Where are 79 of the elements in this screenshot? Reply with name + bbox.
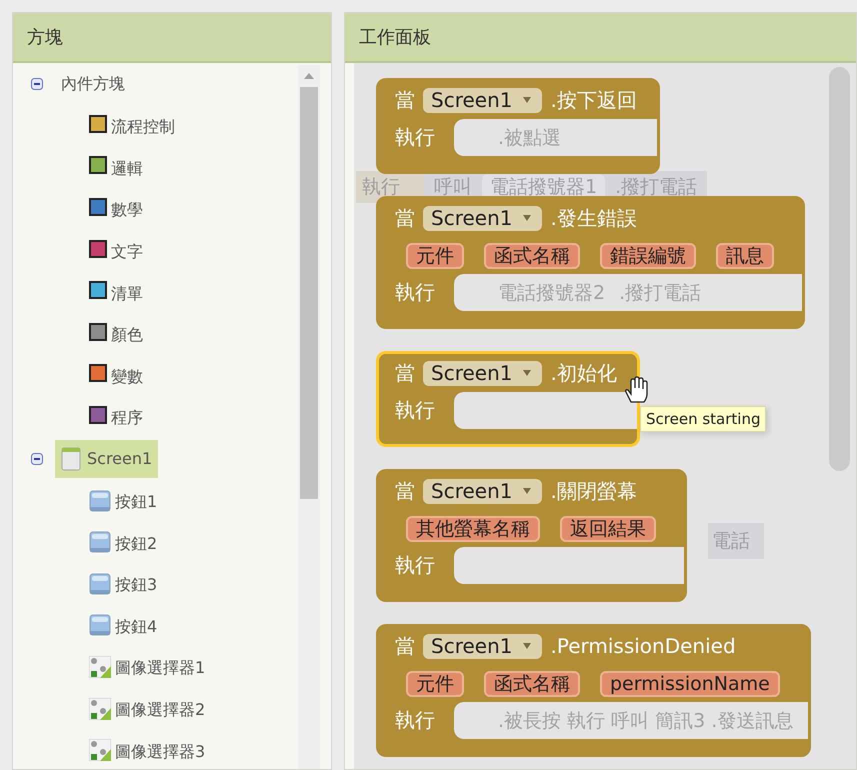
tree-item[interactable]: 圖像選擇器2 <box>115 700 206 722</box>
block-label: 執行 <box>395 397 435 424</box>
tree-item[interactable]: Screen1 <box>55 440 158 478</box>
tree-item[interactable]: 數學 <box>111 200 143 222</box>
event-name: .PermissionDenied <box>550 634 736 658</box>
component-dropdown[interactable]: Screen1 <box>423 88 542 112</box>
screen-icon <box>61 446 81 471</box>
parameter-pill[interactable]: 函式名稱 <box>484 242 580 268</box>
component-dropdown[interactable]: Screen1 <box>423 206 542 230</box>
tree-item[interactable]: 文字 <box>111 242 143 264</box>
panel-title: 工作面板 <box>359 26 431 49</box>
tree-item[interactable]: 程序 <box>111 408 143 430</box>
event-block[interactable]: 當 Screen1 .發生錯誤 元件 函式名稱 錯誤編號 訊息 執行 電話撥號器2 .撥打電話 <box>376 196 805 329</box>
caret-icon <box>522 96 532 104</box>
tree-item[interactable]: 變數 <box>111 366 143 388</box>
minus-icon <box>31 452 43 465</box>
parameter-pill[interactable]: 其他螢幕名稱 <box>406 516 540 542</box>
collapse-toggle[interactable] <box>31 452 43 465</box>
caret-icon <box>522 642 532 650</box>
block-label: 當 <box>395 204 415 232</box>
event-block[interactable]: 當 Screen1 .按下返回 執行 .被點選 <box>376 78 660 174</box>
block-label: 執行 <box>395 707 435 734</box>
panel-title: 方塊 <box>27 26 63 49</box>
faded-block-text: .被長按 執行 呼叫 簡訊3 .發送訊息 <box>498 708 794 734</box>
block-label: 當 <box>395 632 415 660</box>
component-dropdown[interactable]: Screen1 <box>423 478 542 504</box>
parameter-pill[interactable]: 元件 <box>406 670 464 696</box>
tree-item[interactable]: 按鈕1 <box>115 492 158 514</box>
collapse-toggle[interactable] <box>31 78 43 90</box>
image-picker-icon <box>89 698 111 720</box>
faded-block-text: 電話撥號器2 <box>498 280 606 306</box>
block-label: 電話 <box>712 529 750 554</box>
event-block[interactable]: 當 Screen1 .PermissionDenied 元件 函式名稱 permissionName 執行 .被長按 執行 呼叫 簡訊3 .發送訊息 <box>376 624 811 757</box>
tree-item[interactable]: 邏輯 <box>111 158 143 180</box>
tree-item[interactable]: 按鈕4 <box>115 616 158 638</box>
tree-item[interactable]: 圖像選擇器1 <box>115 658 206 680</box>
button-component-icon <box>89 490 111 512</box>
event-name: .發生錯誤 <box>550 204 637 232</box>
parameter-pill[interactable]: 訊息 <box>716 242 774 268</box>
component-dropdown[interactable]: Screen1 <box>423 634 542 658</box>
caret-icon <box>522 369 532 377</box>
tree-item[interactable]: 圖像選擇器3 <box>115 742 206 763</box>
event-name: .初始化 <box>550 360 617 386</box>
hand-cursor-icon <box>622 376 649 404</box>
image-picker-icon <box>89 739 111 762</box>
component-dropdown[interactable]: Screen1 <box>423 360 542 386</box>
scrollbar-thumb[interactable] <box>300 87 318 499</box>
caret-icon <box>522 487 532 495</box>
parameter-pill[interactable]: 錯誤編號 <box>600 242 696 268</box>
parameter-pill[interactable]: permissionName <box>600 670 780 696</box>
block-label: 當 <box>395 86 415 114</box>
tree-item[interactable]: 顏色 <box>111 325 143 346</box>
block-label: 執行 <box>395 279 435 306</box>
parameter-pill[interactable]: 函式名稱 <box>484 670 580 696</box>
tree-item[interactable]: 清單 <box>111 284 143 305</box>
image-picker-icon <box>89 656 111 678</box>
scrollbar-thumb[interactable] <box>829 67 850 471</box>
event-name: .關閉螢幕 <box>550 478 637 504</box>
parameter-pill[interactable]: 返回結果 <box>560 516 656 542</box>
block-label: 執行 <box>395 552 435 579</box>
button-component-icon <box>89 531 111 554</box>
scroll-up-icon <box>304 73 314 79</box>
block-label: 執行 <box>395 124 435 151</box>
faded-block-text: .撥打電話 <box>619 280 702 306</box>
minus-icon <box>31 78 43 90</box>
caret-icon <box>522 214 532 222</box>
tree-item[interactable]: 按鈕2 <box>115 534 158 555</box>
faded-block-text: .被點選 <box>498 126 562 150</box>
tree-item[interactable]: 流程控制 <box>111 117 175 138</box>
button-component-icon <box>89 614 111 636</box>
tree-item[interactable]: 內件方塊 <box>61 74 125 94</box>
tooltip: Screen starting <box>640 406 766 432</box>
button-component-icon <box>89 572 111 595</box>
tree-item[interactable]: 按鈕3 <box>115 575 158 596</box>
parameter-pill[interactable]: 元件 <box>406 242 464 268</box>
block-label: 當 <box>395 478 415 504</box>
block-label: 當 <box>395 360 415 386</box>
event-name: .按下返回 <box>550 86 637 114</box>
event-block[interactable]: 當 Screen1 .關閉螢幕 其他螢幕名稱 返回結果 執行 <box>376 469 687 602</box>
